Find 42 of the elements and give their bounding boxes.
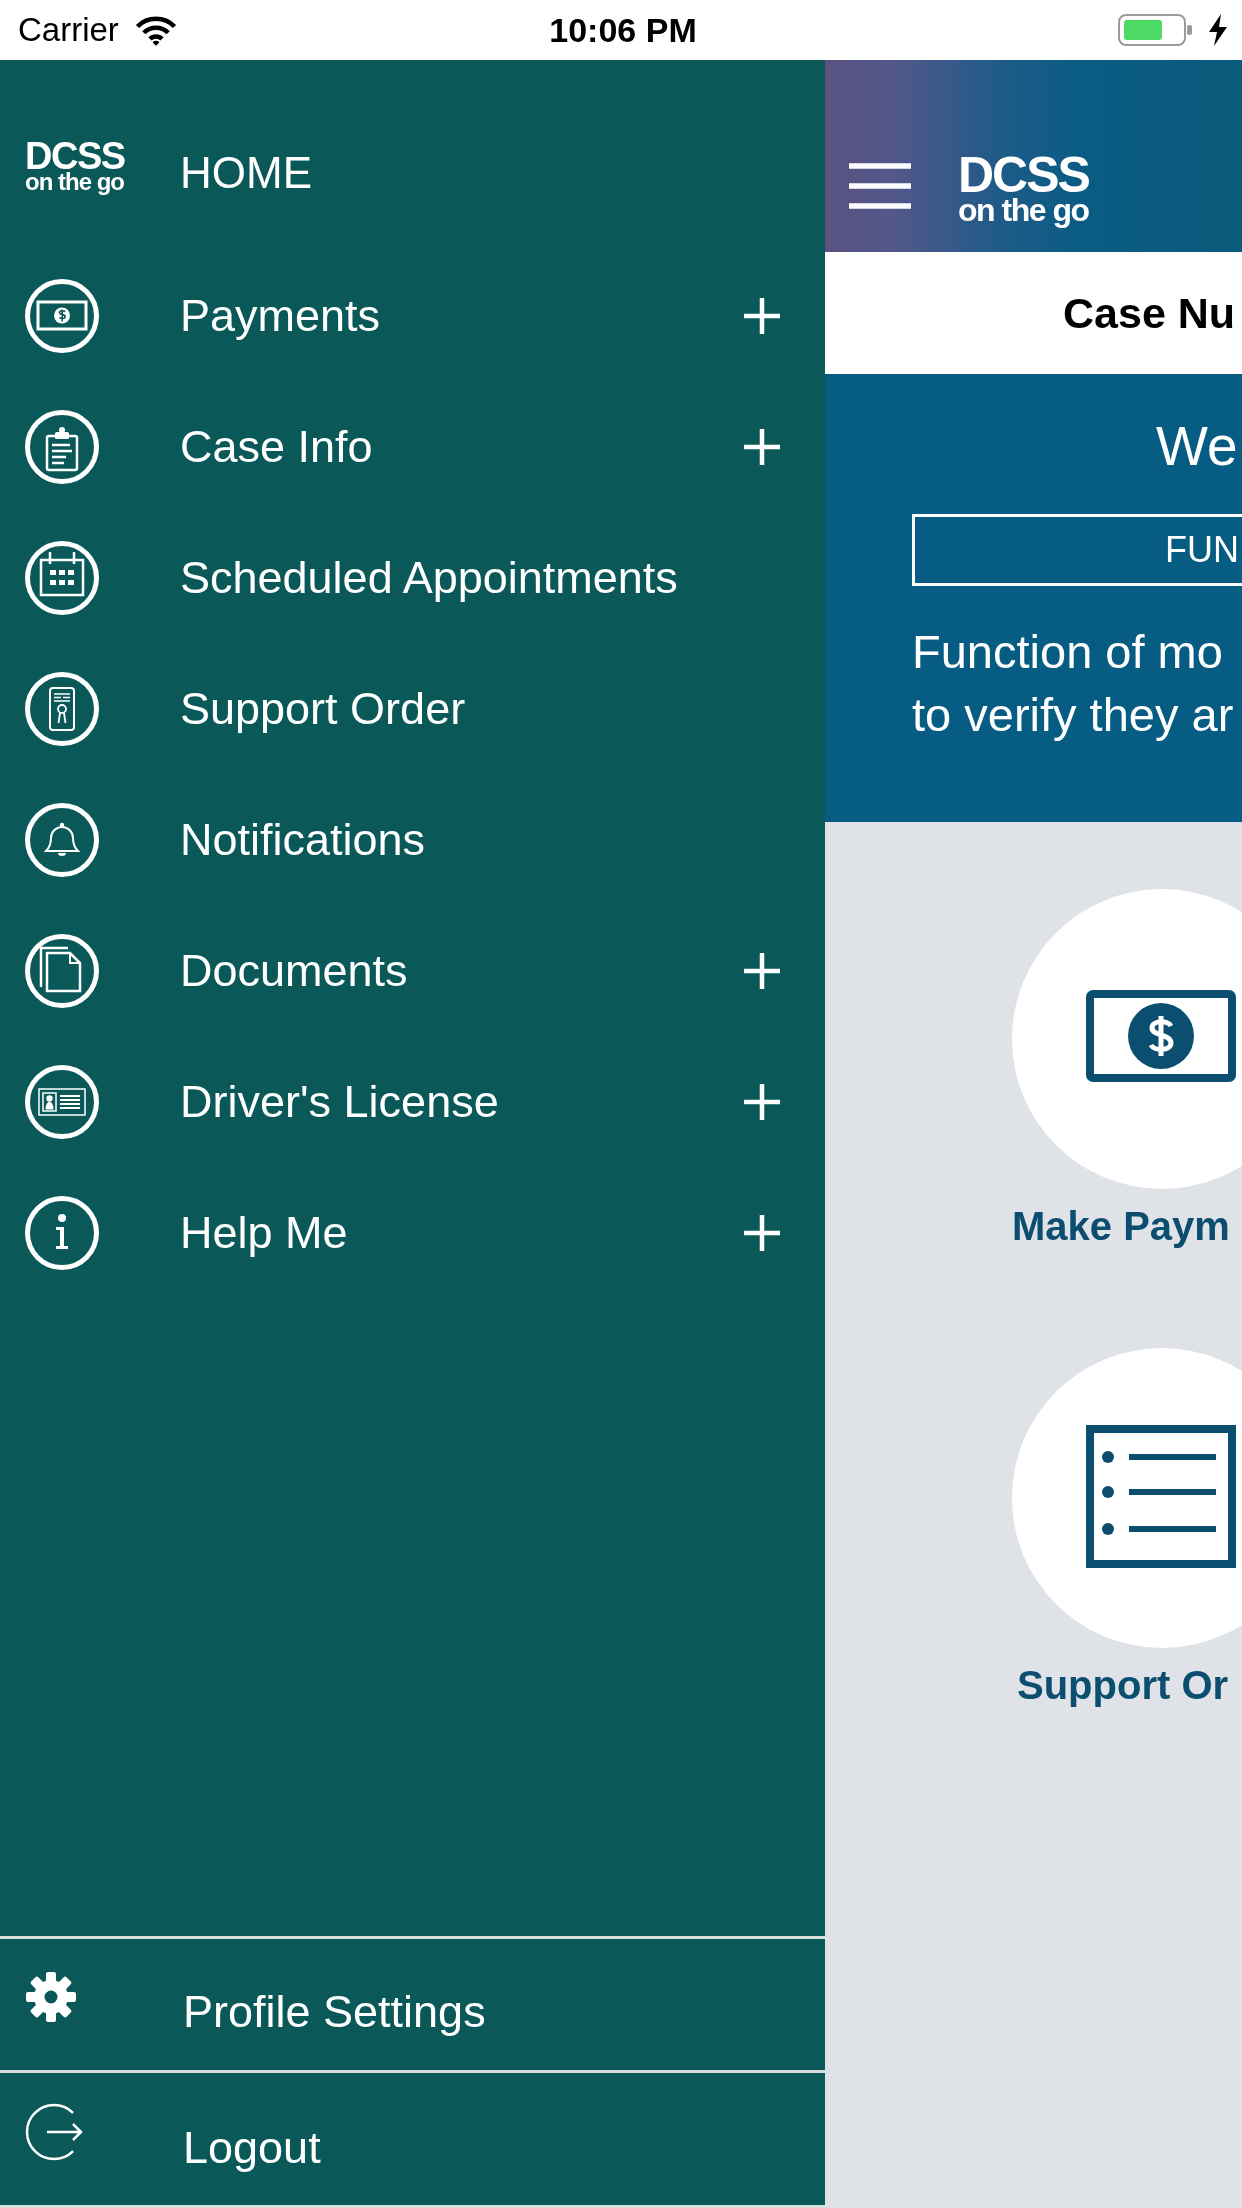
dcss-logo: DCSS on the go bbox=[958, 150, 1089, 226]
menu-item[interactable]: Scheduled Appointments bbox=[25, 540, 678, 615]
welcome-title: We bbox=[1156, 414, 1238, 479]
menu-item[interactable]: Payments bbox=[25, 278, 381, 353]
plus-icon[interactable] bbox=[743, 296, 781, 335]
description-text: Function of mo to verify they ar bbox=[912, 624, 1234, 743]
menu-item[interactable]: Help Me bbox=[25, 1195, 348, 1270]
logout-icon bbox=[25, 2103, 85, 2161]
tile-button[interactable]: Make Paym bbox=[1012, 889, 1242, 1250]
carrier-label: Carrier bbox=[18, 10, 119, 50]
id-card-icon bbox=[25, 1064, 99, 1139]
banknote-icon bbox=[1012, 889, 1242, 1189]
banknote-icon bbox=[25, 278, 99, 353]
info-icon bbox=[25, 1195, 99, 1270]
plus-icon[interactable] bbox=[743, 427, 781, 466]
battery-icon bbox=[1118, 14, 1194, 46]
case-number-heading: Case Nu bbox=[1063, 288, 1236, 339]
menu-item[interactable]: Support Order bbox=[25, 671, 466, 746]
settings-icon bbox=[25, 1971, 77, 2023]
menu-item[interactable]: Profile Settings bbox=[25, 1939, 486, 2038]
documents-icon bbox=[25, 933, 99, 1008]
menu-item[interactable]: Driver's License bbox=[25, 1064, 499, 1139]
dcss-logo: DCSS on the go bbox=[25, 137, 125, 194]
banner: FUN bbox=[912, 514, 1242, 586]
menu-item[interactable]: Notifications bbox=[25, 802, 426, 877]
plus-icon[interactable] bbox=[743, 1213, 781, 1252]
calendar-icon bbox=[25, 540, 99, 615]
menu-item[interactable]: Logout bbox=[25, 2073, 321, 2174]
clipboard-icon bbox=[25, 409, 99, 484]
tile-button[interactable]: Support Or bbox=[1012, 1348, 1242, 1709]
bell-icon bbox=[25, 802, 99, 877]
menu-item[interactable]: Case Info bbox=[25, 409, 373, 484]
certificate-icon bbox=[25, 671, 99, 746]
list-icon bbox=[1012, 1348, 1242, 1648]
home-link[interactable]: HOME bbox=[180, 147, 312, 199]
charging-bolt-icon bbox=[1208, 14, 1228, 46]
plus-icon[interactable] bbox=[743, 951, 781, 990]
clock-time: 10:06 PM bbox=[549, 10, 697, 50]
wifi-icon bbox=[134, 14, 177, 46]
plus-icon[interactable] bbox=[743, 1082, 781, 1121]
menu-item[interactable]: Documents bbox=[25, 933, 408, 1008]
menu-icon[interactable] bbox=[849, 163, 911, 209]
